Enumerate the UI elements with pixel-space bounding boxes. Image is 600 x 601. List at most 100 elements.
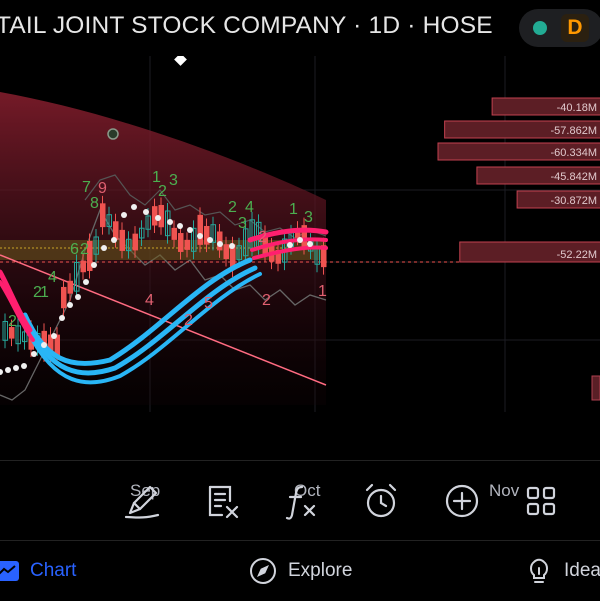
sar-dot	[207, 237, 213, 243]
signal-label: 6	[70, 241, 79, 258]
signal-label: 4	[245, 199, 254, 216]
signal-label: 2	[228, 199, 237, 216]
apps-grid-icon	[526, 486, 556, 516]
volume-profile-label: -57.862M	[551, 125, 597, 137]
nav-ideas[interactable]: Ideas	[524, 541, 600, 601]
lightbulb-icon	[530, 558, 548, 583]
sar-dot	[131, 204, 137, 210]
sar-dot	[187, 227, 193, 233]
signal-label: 9	[98, 180, 107, 197]
indicators-button[interactable]	[280, 479, 324, 523]
sar-dot	[41, 342, 47, 348]
diamond-marker-icon	[174, 56, 187, 66]
sar-dot	[21, 363, 27, 369]
drawing-toolbar	[0, 460, 600, 541]
sar-dot	[217, 241, 223, 247]
sar-dot	[75, 294, 81, 300]
signal-label: 3	[304, 209, 313, 226]
sar-dot	[167, 219, 173, 225]
sar-dot	[177, 223, 183, 229]
object-tree-icon	[208, 485, 239, 519]
sar-dot	[51, 333, 57, 339]
candle-body	[171, 227, 177, 240]
candle-body	[119, 229, 125, 251]
sar-dot	[297, 237, 303, 243]
candle-body	[178, 233, 184, 252]
market-status-dot-icon	[533, 21, 547, 35]
alert-button[interactable]	[359, 479, 403, 523]
chart-header: TAIL JOINT STOCK COMPANY · 1D · HOSE D	[0, 0, 600, 56]
sar-dot	[59, 315, 65, 321]
sar-dot	[83, 279, 89, 285]
sar-dot	[31, 351, 37, 357]
candle-body	[217, 231, 223, 251]
sar-dot	[91, 262, 97, 268]
signal-label: 8	[90, 195, 99, 212]
sar-dot	[101, 245, 107, 251]
status-pill[interactable]: D	[519, 9, 600, 47]
sar-dot	[13, 365, 19, 371]
sar-dot	[121, 212, 127, 218]
candle-body	[61, 286, 67, 309]
compass-icon	[250, 558, 276, 584]
sar-dot	[197, 233, 203, 239]
signal-label: 2	[8, 313, 17, 330]
signal-label: 1	[289, 201, 298, 218]
volume-profile: -40.18M -57.862M -60.334M -45.842M -30.872M -…	[437, 97, 600, 263]
object-tree-button[interactable]	[200, 479, 244, 523]
signal-label: 2	[262, 292, 271, 309]
draw-tool-button[interactable]	[120, 479, 164, 523]
signal-label: 2	[258, 229, 267, 246]
signal-label: 3	[238, 215, 247, 232]
indicators-icon	[285, 485, 316, 520]
sar-dot	[143, 209, 149, 215]
nav-explore-label: Explore	[288, 560, 353, 581]
sar-dot	[229, 243, 235, 249]
volume-profile-label: -40.18M	[557, 102, 597, 114]
volume-profile-label: -45.842M	[551, 171, 597, 183]
candle-body	[184, 239, 190, 250]
signal-label: 4	[145, 292, 154, 309]
bottom-navigation: Chart Explore Ideas	[0, 540, 600, 601]
volume-profile-label: -52.22M	[557, 249, 597, 261]
interval-badge[interactable]: D	[561, 14, 589, 42]
candle-body	[197, 214, 203, 245]
chart-icon	[0, 561, 19, 581]
volume-profile-label: -60.334M	[551, 147, 597, 159]
apps-grid-button[interactable]	[519, 479, 563, 523]
add-button[interactable]	[440, 479, 484, 523]
nav-explore[interactable]: Explore	[248, 541, 352, 601]
signal-label: 1	[40, 284, 49, 301]
signal-label: 2	[80, 241, 89, 258]
symbol-title[interactable]: TAIL JOINT STOCK COMPANY · 1D · HOSE	[0, 12, 493, 40]
signal-label: 5	[204, 295, 213, 312]
sar-dot	[307, 241, 313, 247]
draw-tool-icon	[124, 485, 160, 519]
signal-label: 1	[318, 283, 327, 300]
candle-body	[67, 280, 73, 294]
add-icon	[445, 484, 479, 518]
alert-icon	[365, 483, 397, 518]
nav-chart-label: Chart	[30, 560, 77, 581]
price-chart[interactable]: 7 981 322 431 326 241224 5212 -40.18M-57.862M-…	[0, 56, 600, 460]
nav-chart[interactable]: Chart	[0, 541, 76, 601]
sar-dot	[111, 237, 117, 243]
sar-dot	[155, 215, 161, 221]
candle-body	[223, 244, 229, 260]
signal-label: 4	[48, 269, 57, 286]
target-marker-icon[interactable]	[107, 128, 119, 140]
signal-label: 2	[184, 312, 193, 329]
candle-body	[113, 221, 119, 241]
candle-body	[100, 203, 106, 228]
signal-label: 7	[82, 179, 91, 196]
sar-dot	[287, 242, 293, 248]
candle-body	[132, 233, 138, 251]
volume-profile-label: -30.872M	[551, 195, 597, 207]
chart-canvas[interactable]: 79813224313262412245212 -40.18M -57.862M -…	[0, 56, 600, 500]
signal-label: 3	[169, 172, 178, 189]
nav-ideas-label: Ideas	[564, 560, 600, 581]
candle-body	[80, 260, 86, 273]
sar-dot	[67, 302, 73, 308]
sar-dot	[5, 367, 11, 373]
volume-profile-edge	[591, 375, 600, 401]
